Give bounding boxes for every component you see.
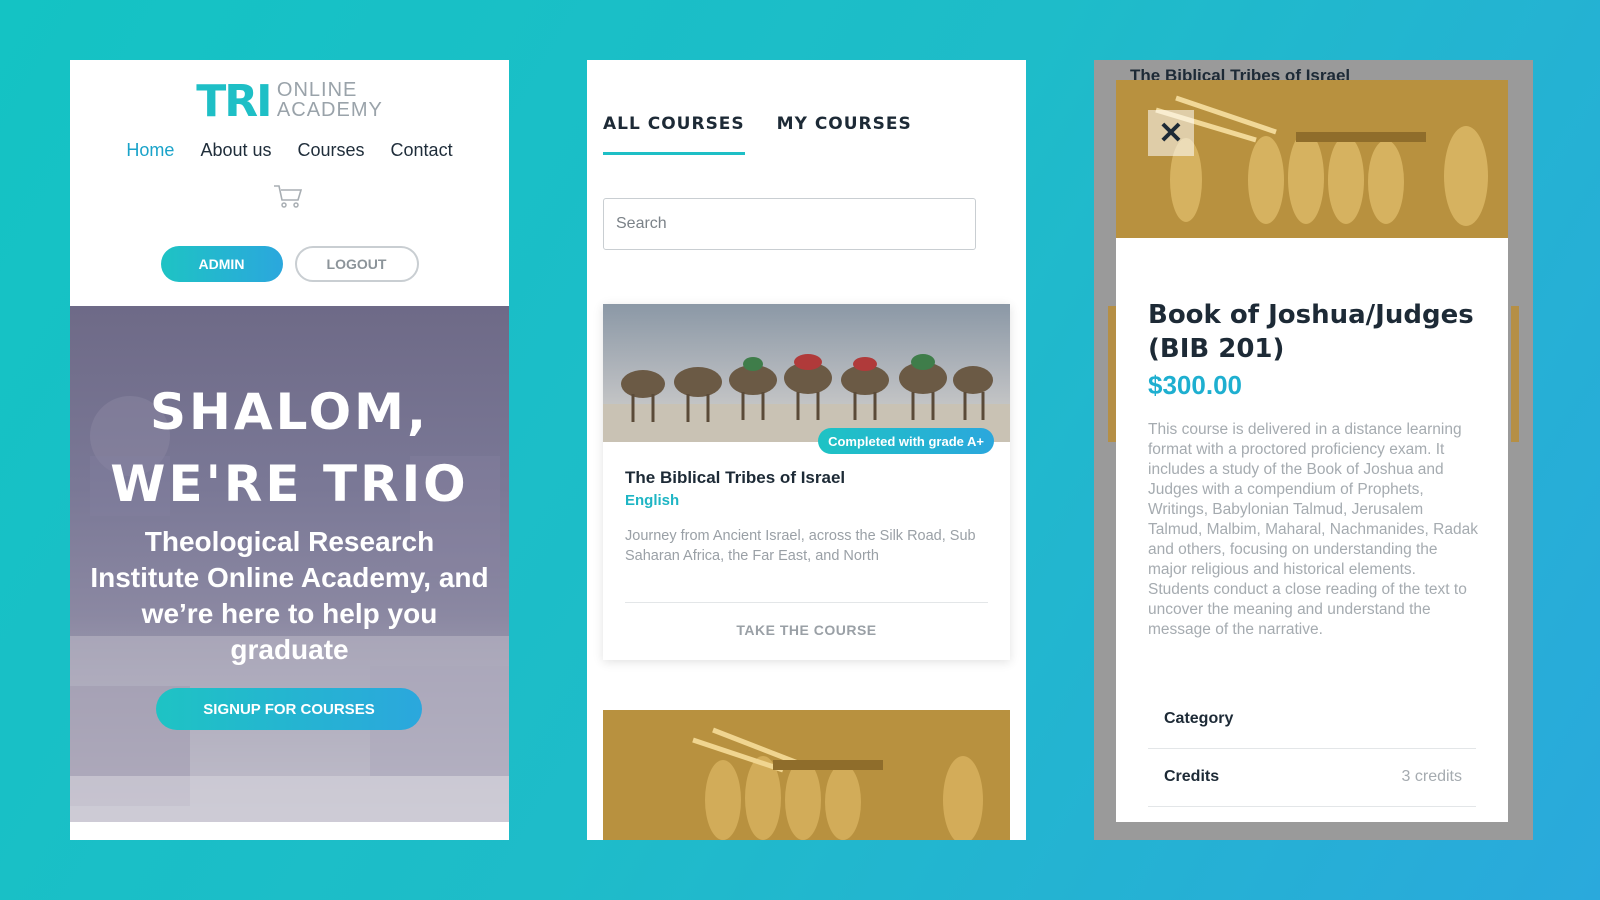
credits-row: Credits 3 credits	[1148, 748, 1476, 807]
course-card[interactable]: Completed with grade A+ The Biblical Tri…	[603, 304, 1010, 660]
course-language: English	[625, 492, 680, 509]
credits-label: Credits	[1164, 768, 1220, 785]
search-input[interactable]	[603, 198, 976, 250]
modal-image: ✕	[1116, 80, 1508, 238]
tab-all-courses[interactable]: ALL COURSES	[603, 114, 745, 155]
take-course-button[interactable]: TAKE THE COURSE	[603, 622, 1010, 638]
credits-value: 3 credits	[1401, 768, 1462, 785]
completion-badge: Completed with grade A+	[818, 428, 994, 454]
category-row: Category	[1148, 690, 1476, 749]
course-description: Journey from Ancient Israel, across the …	[625, 528, 976, 564]
main-nav: Home About us Courses Contact	[70, 140, 509, 161]
modal-course-title: Book of Joshua/Judges (BIB 201)	[1148, 300, 1474, 364]
logo-line-2: ACADEMY	[276, 99, 383, 121]
admin-button[interactable]: ADMIN	[160, 246, 283, 282]
home-screen: TRI ONLINE ACADEMY Home About us Courses…	[70, 60, 509, 840]
nav-courses[interactable]: Courses	[298, 140, 365, 161]
tab-my-courses[interactable]: MY COURSES	[777, 114, 912, 155]
logo-text: ONLINE ACADEMY	[277, 80, 383, 120]
close-icon: ✕	[1158, 116, 1184, 150]
hero-title-line-1: SHALOM,	[150, 383, 429, 441]
background-image-left	[1108, 306, 1116, 442]
nav-contact[interactable]: Contact	[391, 140, 453, 161]
course-modal: ✕ Book of Joshua/Judges (BIB 201) $300.0…	[1116, 80, 1508, 822]
tri-logo[interactable]: TRI ONLINE ACADEMY	[70, 80, 509, 128]
hero-section: SHALOM, WE'RE TRIO Theological Research …	[70, 306, 509, 822]
hero-subtitle: Theological Research Institute Online Ac…	[90, 526, 489, 665]
card-divider	[625, 602, 988, 603]
background-bottom	[1094, 826, 1533, 840]
course-price: $300.00	[1148, 370, 1242, 400]
close-button[interactable]: ✕	[1148, 110, 1194, 156]
background-image-right	[1511, 306, 1519, 442]
logo-mark: TRI	[196, 76, 272, 127]
hero-title: SHALOM, WE'RE TRIO	[70, 376, 509, 520]
course-tabs: ALL COURSES MY COURSES	[603, 114, 912, 155]
logout-button[interactable]: LOGOUT	[294, 246, 419, 282]
logo-line-1: ONLINE	[276, 79, 358, 101]
nav-home[interactable]: Home	[126, 140, 174, 161]
hero-title-line-2: WE'RE TRIO	[110, 455, 469, 513]
course-image	[603, 304, 1010, 442]
courses-screen: ALL COURSES MY COURSES Search Completed …	[587, 60, 1026, 840]
footer-strip	[70, 822, 509, 840]
auth-buttons: ADMIN LOGOUT	[70, 246, 509, 282]
course-card-2-image[interactable]	[603, 710, 1010, 840]
signup-button[interactable]: SIGNUP FOR COURSES	[156, 688, 422, 730]
nav-about[interactable]: About us	[200, 140, 271, 161]
cart-icon[interactable]	[272, 182, 304, 210]
course-detail-screen: The Biblical Tribes of Israel ✕ Book of …	[1094, 60, 1533, 840]
modal-description: This course is delivered in a distance l…	[1148, 421, 1478, 638]
course-title[interactable]: The Biblical Tribes of Israel	[625, 468, 845, 488]
category-label: Category	[1164, 710, 1234, 727]
